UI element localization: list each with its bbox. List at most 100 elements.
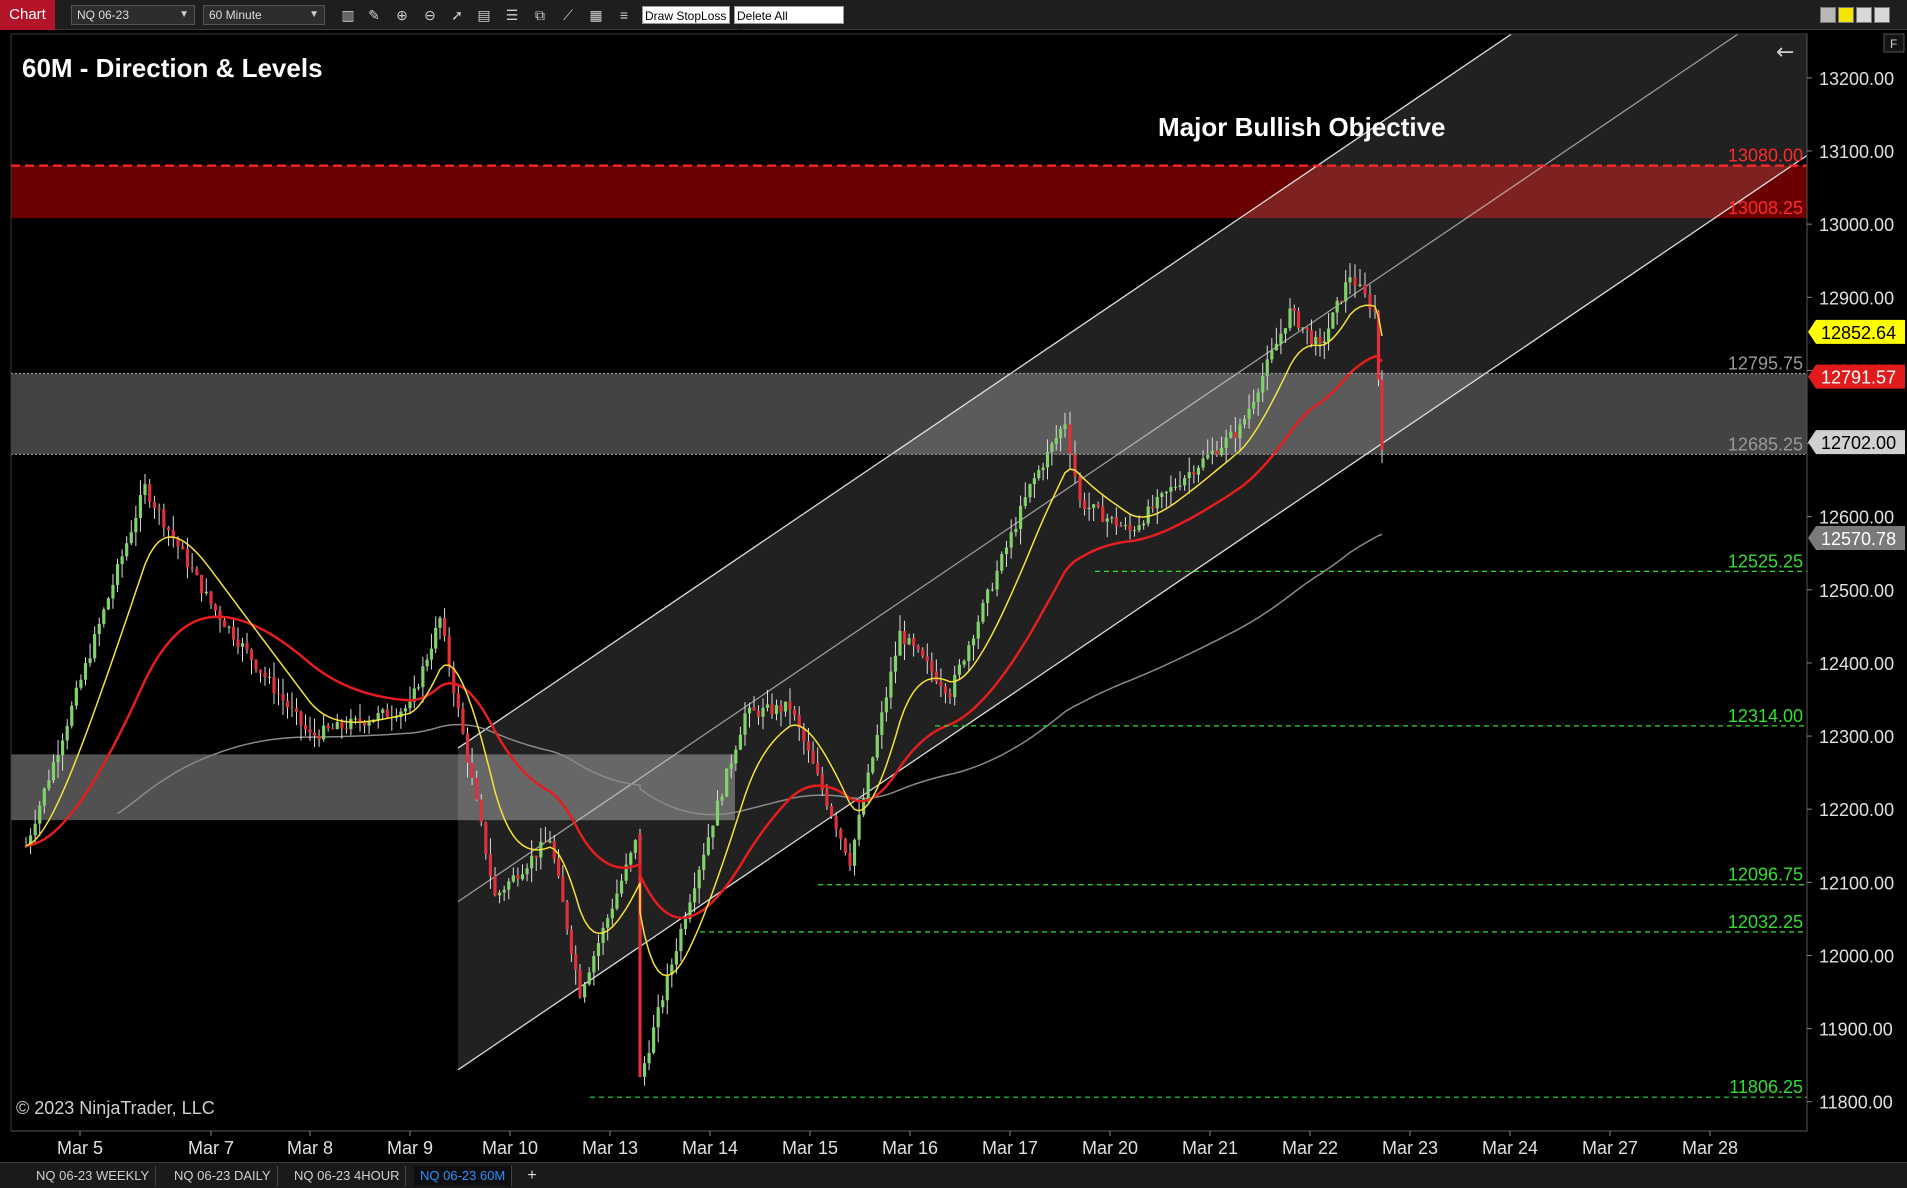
candle-up [1238, 424, 1242, 439]
candle-up [416, 687, 421, 689]
candle-down [308, 729, 312, 733]
candle-up [761, 707, 765, 717]
candle-up [1164, 491, 1168, 494]
candle-up [971, 638, 976, 646]
candle-up [403, 708, 408, 712]
x-tick-label: Mar 28 [1682, 1138, 1738, 1158]
candle-up [429, 648, 434, 660]
tab-4hour[interactable]: NQ 06-23 4HOUR [288, 1166, 407, 1186]
candle-up [1087, 507, 1091, 510]
candle-up [583, 984, 587, 998]
chart-tab[interactable]: Chart [0, 0, 55, 30]
candle-down [1363, 284, 1367, 295]
pencil-icon[interactable]: ✎ [363, 5, 385, 25]
interval-select[interactable]: 60 Minute ▼ [203, 5, 325, 25]
candle-up [143, 484, 147, 496]
y-tick-label: 12900.00 [1819, 288, 1894, 308]
x-tick-label: Mar 17 [982, 1138, 1038, 1158]
list-icon[interactable]: ≡ [613, 5, 635, 25]
candle-down [912, 637, 916, 646]
candle-down [475, 777, 479, 800]
price-marker-label: 12791.57 [1821, 368, 1896, 388]
indicators-icon[interactable]: ⧉ [529, 5, 551, 25]
candle-up [134, 518, 138, 533]
x-tick-label: Mar 14 [682, 1138, 738, 1158]
candle-up [1252, 401, 1256, 409]
tab-60m[interactable]: NQ 06-23 60M [414, 1166, 513, 1186]
candle-down [930, 661, 934, 672]
candle-down [1192, 472, 1196, 475]
zoom-out-icon[interactable]: ⊖ [419, 5, 441, 25]
candle-down [331, 728, 335, 730]
candle-down [556, 858, 561, 877]
level-label: 12685.25 [1728, 434, 1803, 454]
candle-down [199, 575, 204, 594]
level-label: 13008.25 [1728, 198, 1803, 218]
close-window-icon[interactable] [1874, 7, 1890, 23]
candle-up [875, 734, 879, 758]
chevron-down-icon: ▼ [309, 9, 319, 20]
zoom-in-icon[interactable]: ⊕ [391, 5, 413, 25]
strategies-icon[interactable]: ⟋ [557, 5, 579, 25]
candle-up [986, 589, 990, 603]
bar-type-icon[interactable]: ▥ [337, 5, 359, 25]
level-label: 12795.75 [1728, 354, 1803, 374]
level-label: 12096.75 [1728, 865, 1803, 885]
candle-down [1119, 526, 1123, 528]
candle-up [1178, 485, 1182, 487]
maximize-icon[interactable] [1856, 7, 1872, 23]
candle-down [272, 676, 276, 694]
candle-up [962, 661, 966, 665]
price-marker-label: 12702.00 [1821, 433, 1896, 453]
candle-up [438, 617, 442, 628]
x-tick-label: Mar 15 [782, 1138, 838, 1158]
delete-all-stoploss-button[interactable]: Delete All StopLoss [734, 6, 844, 41]
candle-up [1358, 284, 1362, 286]
properties-icon[interactable]: ☰ [501, 5, 523, 25]
candle-down [806, 741, 811, 751]
templates-icon[interactable]: ▦ [585, 5, 607, 25]
candle-down [1380, 379, 1384, 450]
candle-up [1146, 506, 1150, 524]
tab-daily[interactable]: NQ 06-23 DAILY [168, 1166, 278, 1186]
candle-down [1078, 476, 1082, 501]
candle-down [1309, 330, 1314, 344]
candle-down [1096, 504, 1100, 507]
candle-up [138, 495, 143, 519]
candle-up [1224, 437, 1228, 448]
x-tick-label: Mar 22 [1282, 1138, 1338, 1158]
candle-down [218, 610, 222, 620]
candle-up [720, 796, 724, 801]
candle-down [934, 671, 938, 682]
pointer-icon[interactable]: ➚ [446, 5, 468, 25]
candle-down [362, 722, 367, 726]
instrument-value: NQ 06-23 [77, 8, 130, 22]
candle-up [1041, 467, 1045, 471]
data-box-icon[interactable]: ▤ [473, 5, 495, 25]
chart-title: 60M - Direction & Levels [22, 53, 323, 83]
candle-up [1183, 478, 1187, 486]
back-arrow-icon[interactable]: ← [1776, 40, 1794, 65]
candle-up [227, 626, 231, 628]
candle-down [190, 567, 194, 569]
candle-up [1009, 532, 1013, 548]
chevron-down-icon: ▼ [179, 9, 189, 20]
candle-up [601, 927, 605, 944]
restore-window-icon[interactable] [1820, 7, 1836, 23]
add-tab-icon[interactable]: + [522, 1166, 542, 1186]
tab-weekly[interactable]: NQ 06-23 WEEKLY [30, 1166, 157, 1186]
y-tick-label: 12100.00 [1819, 873, 1894, 893]
instrument-select[interactable]: NQ 06-23 ▼ [71, 5, 195, 25]
candle-up [1059, 428, 1063, 438]
candle-up [56, 755, 60, 763]
candle-down [1114, 517, 1118, 527]
draw-stoploss-button[interactable]: Draw StopLoss [642, 6, 730, 24]
candle-up [129, 532, 133, 544]
candle-down [245, 643, 249, 650]
candle-down [816, 763, 820, 774]
x-tick-label: Mar 24 [1482, 1138, 1538, 1158]
candle-up [120, 556, 124, 565]
price-chart[interactable]: 13080.00 13008.25 12795.75 12685.25 12525.25… [0, 30, 1907, 1162]
x-tick-label: Mar 10 [482, 1138, 538, 1158]
link-color-icon[interactable] [1838, 7, 1854, 23]
